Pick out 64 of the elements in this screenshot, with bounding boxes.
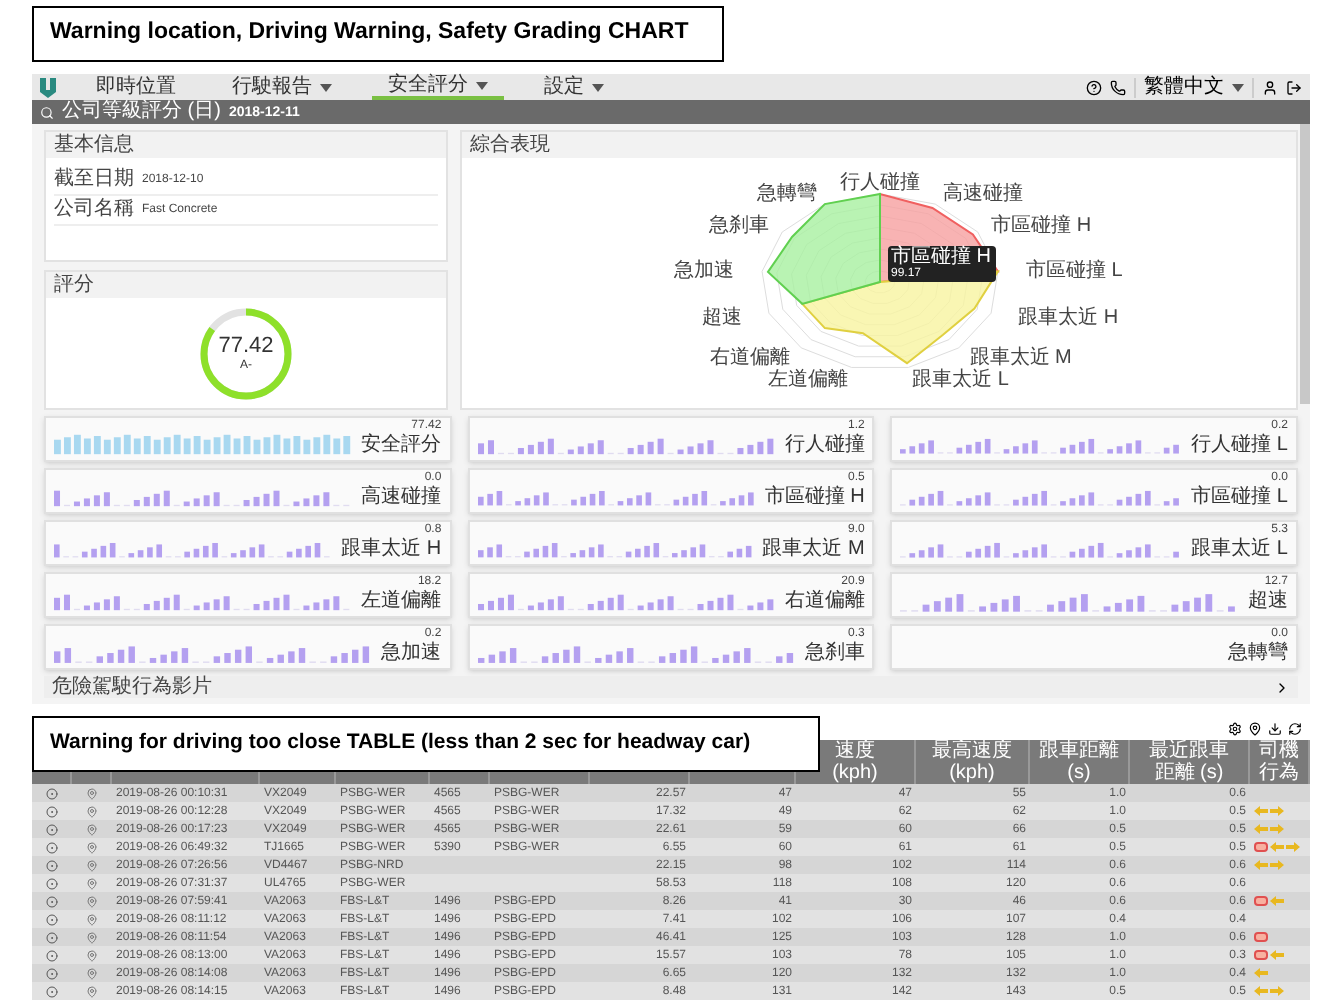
video-bar[interactable]: 危險駕駛行為影片 — [44, 676, 1298, 698]
axis-label: 跟車太近 H — [1017, 307, 1118, 330]
card-header: 評分 — [46, 272, 446, 298]
axis-label: 市區碰撞 L — [1025, 259, 1122, 282]
column-header[interactable]: 最高速度 (kph) — [928, 740, 1016, 784]
axis-label: 跟車太近 L — [911, 369, 1008, 392]
caret-icon — [1232, 83, 1244, 91]
metric-label: 市區碰撞 L — [1191, 486, 1288, 508]
chevron-right-icon — [1274, 679, 1290, 695]
right-arrow-icon — [1270, 986, 1284, 996]
metric-label: 跟車太近 H — [341, 538, 442, 560]
caption: Warning location, Driving Warning, Safety Grading CHART — [32, 6, 724, 62]
axis-label: 右道偏離 — [709, 346, 790, 369]
column-header[interactable]: 最近跟車距離 (s) — [1145, 740, 1233, 784]
tooltip-label: 市區碰撞 H — [891, 246, 991, 268]
metric-label: 行人碰撞 L — [1191, 434, 1288, 456]
axis-label: 急加速 — [673, 259, 733, 282]
card-header: 基本信息 — [46, 132, 446, 158]
column-header[interactable]: 跟車距離 (s) — [1035, 740, 1123, 784]
nav-tab[interactable]: 即時位置 — [80, 74, 192, 100]
info-label: 截至日期 — [54, 168, 134, 192]
user-icon[interactable] — [1262, 79, 1278, 95]
metric-label: 高速碰撞 — [361, 486, 442, 508]
metric-label: 超速 — [1248, 590, 1288, 612]
score-value: 77.42 — [218, 335, 274, 357]
axis-label: 急刹車 — [707, 215, 768, 238]
search-label: 公司等級評分 (日) — [62, 102, 221, 122]
logo-icon — [40, 77, 56, 97]
card-header: 綜合表現 — [462, 132, 1296, 158]
search-icon[interactable] — [40, 105, 54, 119]
video-bar-label: 危險駕駛行為影片 — [52, 677, 212, 697]
axis-label: 市區碰撞 H — [990, 215, 1091, 238]
metric-label: 跟車太近 M — [762, 538, 865, 560]
alert-icon — [1254, 842, 1268, 852]
left-arrow-icon — [1270, 896, 1284, 906]
metric-label: 急轉彎 — [1228, 642, 1288, 664]
axis-label: 行人碰撞 — [839, 172, 919, 194]
language-dropdown[interactable]: 繁體中文 — [1134, 77, 1254, 97]
score-gauge — [196, 303, 296, 403]
axis-label: 高速碰撞 — [941, 183, 1022, 206]
alert-icon — [1254, 896, 1268, 906]
download-icon[interactable] — [1268, 721, 1282, 735]
nav-tab[interactable]: 行駛報告 — [216, 74, 348, 100]
axis-label: 跟車太近 M — [968, 346, 1071, 369]
pin-icon[interactable] — [1248, 721, 1262, 735]
refresh-icon[interactable] — [1288, 721, 1302, 735]
metric-label: 行人碰撞 — [784, 434, 865, 456]
axis-label: 超速 — [700, 307, 741, 330]
info-label: 公司名稱 — [54, 198, 134, 222]
help-icon[interactable] — [1086, 79, 1102, 95]
metric-label: 安全評分 — [361, 434, 442, 456]
nav-tab[interactable]: 設定 — [528, 74, 620, 100]
metric-label: 右道偏離 — [784, 590, 865, 612]
metric-label: 急加速 — [381, 642, 442, 664]
metric-label: 左道偏離 — [361, 590, 442, 612]
axis-label: 左道偏離 — [766, 369, 847, 392]
axis-label: 急轉彎 — [756, 183, 817, 206]
phone-icon[interactable] — [1110, 79, 1126, 95]
caption: Warning for driving too close TABLE (less than 2 sec for headway car) — [32, 716, 820, 772]
logout-icon[interactable] — [1286, 79, 1302, 95]
metric-label: 跟車太近 L — [1191, 538, 1288, 560]
column-header[interactable]: 司機行為 — [1252, 740, 1306, 784]
metric-label: 急刹車 — [804, 642, 865, 664]
metric-label: 市區碰撞 H — [764, 486, 865, 508]
